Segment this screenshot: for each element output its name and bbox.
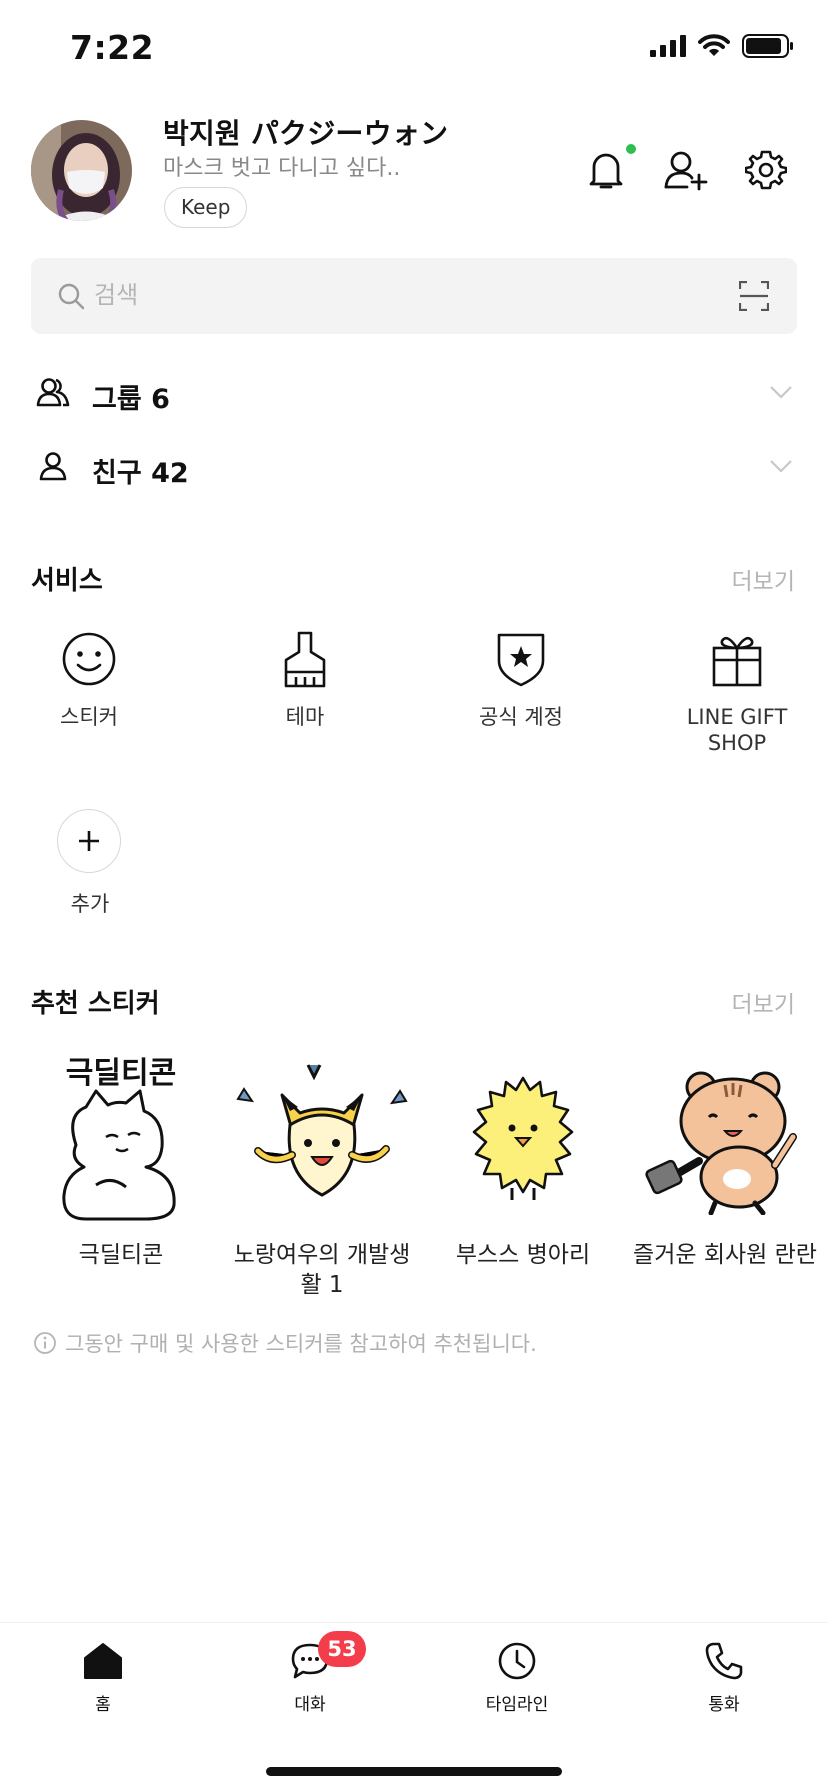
tab-label: 대화 <box>294 1695 326 1715</box>
scan-icon[interactable] <box>739 281 769 311</box>
profile-avatar[interactable] <box>31 120 132 221</box>
add-service-label: 추가 <box>70 892 110 916</box>
battery-icon <box>742 34 793 58</box>
sticker-label: 노랑여우의 개발생활 1 <box>233 1242 411 1298</box>
service-label: LINE GIFT SHOP <box>686 705 788 755</box>
shield-star-icon <box>497 633 545 687</box>
groups-label: 그룹 6 <box>92 384 170 415</box>
sticker-art-cat: 극딜티콘 <box>26 1050 216 1230</box>
friends-row[interactable]: 친구 42 <box>0 437 828 499</box>
sticker-label: 즐거운 회사원 란란 <box>633 1242 817 1268</box>
tab-label: 타임라인 <box>485 1695 549 1715</box>
profile-status-message[interactable]: 마스크 벗고 다니고 싶다.. <box>163 150 400 182</box>
group-icon <box>36 378 70 407</box>
sticker-label: 극딜티콘 <box>78 1242 164 1268</box>
service-label: 스티커 <box>60 705 118 729</box>
tab-home[interactable]: 홈 <box>43 1638 163 1715</box>
service-stickers[interactable]: 스티커 <box>4 626 174 730</box>
tab-label: 통화 <box>708 1695 740 1715</box>
bell-icon <box>589 153 623 189</box>
notifications-button[interactable] <box>582 146 630 194</box>
notice-text: 그동안 구매 및 사용한 스티커를 참고하여 추천됩니다. <box>65 1332 537 1356</box>
add-service-button[interactable] <box>57 809 121 873</box>
tab-calls[interactable]: 통화 <box>664 1638 784 1715</box>
smiley-icon <box>62 632 116 686</box>
clock-icon <box>498 1642 536 1680</box>
chevron-down-icon <box>770 386 792 399</box>
cellular-signal-icon <box>650 35 686 57</box>
services-title: 서비스 <box>31 566 103 596</box>
search-icon <box>58 283 85 310</box>
friends-label: 친구 42 <box>92 458 189 489</box>
friend-icon <box>39 452 67 481</box>
sticker-item[interactable]: 즐거운 회사원 란란 <box>630 1050 820 1270</box>
info-icon <box>34 1332 56 1354</box>
sticker-item[interactable]: 부스스 병아리 <box>428 1050 618 1270</box>
home-icon <box>84 1643 122 1679</box>
sticker-label: 부스스 병아리 <box>455 1242 591 1268</box>
service-gift-shop[interactable]: LINE GIFT SHOP <box>652 626 822 756</box>
sticker-item[interactable]: 노랑여우의 개발생활 1 <box>227 1050 417 1300</box>
sticker-art-fox <box>227 1050 417 1230</box>
keep-button[interactable]: Keep <box>164 187 248 228</box>
home-indicator[interactable] <box>266 1767 562 1776</box>
profile-name[interactable]: 박지원 パクジーウォン <box>163 112 448 152</box>
recommended-stickers-title: 추천 스티커 <box>31 989 160 1019</box>
gear-icon <box>745 150 787 190</box>
sticker-art-text: 극딜티콘 <box>66 1056 176 1091</box>
brush-icon <box>284 631 326 688</box>
avatar-photo <box>31 120 132 221</box>
recommendation-notice: 그동안 구매 및 사용한 스티커를 참고하여 추천됩니다. <box>33 1328 537 1358</box>
phone-icon <box>705 1642 743 1680</box>
gift-icon <box>712 636 762 687</box>
chevron-down-icon <box>770 460 792 473</box>
service-official-accounts[interactable]: 공식 계정 <box>436 626 606 730</box>
status-time: 7:22 <box>70 28 155 67</box>
status-icons <box>650 34 794 58</box>
groups-row[interactable]: 그룹 6 <box>0 363 828 425</box>
service-label: 공식 계정 <box>479 705 563 729</box>
add-friend-button[interactable] <box>662 146 710 194</box>
wifi-icon <box>698 34 730 56</box>
tab-timeline[interactable]: 타임라인 <box>457 1638 577 1715</box>
add-friend-icon <box>664 151 708 191</box>
services-more-link[interactable]: 더보기 <box>732 562 795 596</box>
sticker-art-chick <box>428 1050 618 1230</box>
search-input[interactable] <box>94 276 694 314</box>
notification-dot <box>626 144 636 154</box>
sticker-art-squirrel <box>630 1050 820 1230</box>
unread-chat-badge: 53 <box>318 1631 366 1667</box>
sticker-item[interactable]: 극딜티콘 극딜티콘 <box>26 1050 216 1270</box>
tab-label: 홈 <box>95 1695 111 1715</box>
service-themes[interactable]: 테마 <box>220 626 390 730</box>
plus-icon <box>79 831 99 851</box>
service-label: 테마 <box>285 705 325 729</box>
settings-button[interactable] <box>742 146 790 194</box>
stickers-more-link[interactable]: 더보기 <box>732 985 795 1019</box>
